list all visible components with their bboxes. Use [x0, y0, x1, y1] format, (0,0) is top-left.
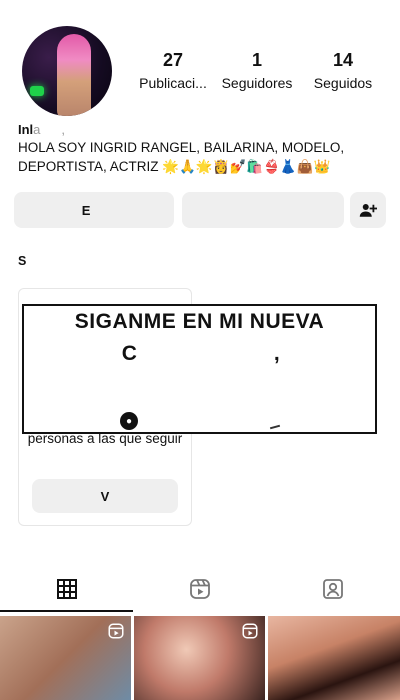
following-stat[interactable]: 14 Seguidos [306, 50, 380, 91]
posts-count: 27 [162, 50, 184, 70]
suggestion-card-button-label: V [100, 488, 110, 504]
followers-label: Seguidores [221, 75, 293, 91]
see-all-link[interactable] [371, 254, 384, 268]
avatar-figure [57, 34, 91, 116]
profile-name-visible: Inl [18, 122, 34, 137]
overlay-line-1: SIGANME EN MI NUEVA [74, 310, 325, 333]
profile-avatar[interactable] [22, 26, 112, 116]
following-count: 14 [332, 50, 354, 70]
posts-label: Publicaci... [139, 75, 207, 91]
reel-badge-icon [242, 623, 258, 639]
tab-tagged[interactable] [266, 568, 399, 610]
overlay-line-2-obscured [137, 342, 273, 365]
avatar-light [30, 86, 44, 96]
profile-tabs [0, 568, 400, 612]
promo-overlay: SIGANME EN MI NUEVA C , ● [22, 304, 377, 434]
discover-people-row: S [18, 254, 384, 272]
reel-badge-icon [108, 623, 124, 639]
overlay-line-2-end: , [273, 342, 281, 365]
discover-label-obscured [26, 254, 121, 268]
overlay-badge-icon: ● [120, 412, 138, 430]
post-thumbnail[interactable] [268, 616, 400, 700]
grid-icon [56, 579, 77, 599]
following-label: Seguidos [313, 75, 373, 91]
tab-posts-grid[interactable] [0, 568, 133, 612]
edit-profile-label: E [81, 202, 91, 218]
tab-reels[interactable] [133, 568, 266, 610]
share-profile-button[interactable] [182, 192, 344, 228]
overlay-line-2-visible: C [121, 342, 138, 365]
profile-name-obscured: a , [33, 122, 77, 137]
profile-bio: HOLA SOY INGRID RANGEL, BAILARINA, MODEL… [18, 140, 345, 174]
edit-profile-button[interactable]: E [14, 192, 174, 228]
edit-profile-label-obscured [98, 203, 106, 218]
overlay-dash [269, 424, 281, 430]
overlay-line-2: C , [30, 342, 372, 366]
add-person-button[interactable] [350, 192, 386, 228]
profile-name: Inla , [18, 122, 77, 137]
discover-people-label: S [18, 254, 121, 268]
followers-stat[interactable]: 1 Seguidores [216, 50, 298, 91]
reels-icon [189, 579, 210, 599]
suggestion-card-button[interactable]: V [32, 479, 178, 513]
share-profile-label-obscured [260, 203, 273, 218]
followers-count: 1 [251, 50, 262, 70]
post-thumbnail[interactable] [0, 616, 131, 700]
tagged-icon [322, 579, 343, 599]
add-person-icon [359, 204, 377, 217]
post-thumbnail[interactable] [134, 616, 265, 700]
posts-stat[interactable]: 27 Publicaci... [132, 50, 214, 91]
